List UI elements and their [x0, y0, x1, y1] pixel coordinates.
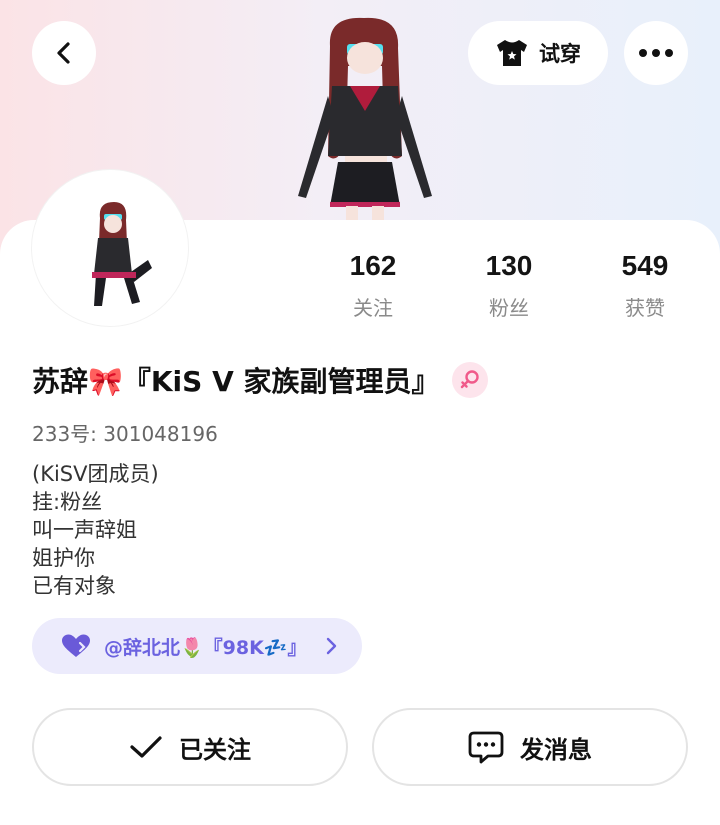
partner-link-chip[interactable]: @辞北北🌷『98K💤』: [32, 618, 362, 674]
stat-following-label: 关注: [353, 296, 393, 320]
bio-line: 已有对象: [32, 574, 116, 598]
stat-followers[interactable]: 130 粉丝: [454, 250, 564, 321]
user-id: 233号: 301048196: [32, 422, 218, 446]
send-message-label: 发消息: [520, 735, 592, 764]
bio: (KiSV团成员) 挂:粉丝 叫一声辞姐 姐护你 已有对象: [32, 460, 159, 600]
back-button[interactable]: [32, 21, 96, 85]
bio-line: (KiSV团成员): [32, 462, 159, 486]
try-on-label: 试穿: [539, 42, 581, 66]
chat-bubble-icon: [468, 731, 504, 764]
more-dots-icon: [639, 49, 673, 57]
shirt-icon: [497, 40, 527, 66]
stat-following-value: 162: [349, 250, 397, 281]
heart-icon: [62, 634, 90, 657]
check-icon: [130, 736, 162, 758]
stat-followers-label: 粉丝: [489, 296, 529, 320]
avatar-3d-figure: [298, 17, 432, 222]
partner-link-text: @辞北北🌷『98K💤』: [104, 636, 307, 659]
bio-line: 挂:粉丝: [32, 490, 103, 514]
followed-label: 已关注: [179, 735, 251, 764]
stat-likes[interactable]: 549 获赞: [590, 250, 700, 321]
more-button[interactable]: [624, 21, 688, 85]
stat-likes-label: 获赞: [625, 296, 665, 320]
bio-line: 姐护你: [32, 546, 95, 570]
avatar[interactable]: [32, 170, 188, 326]
followed-button[interactable]: 已关注: [32, 708, 348, 786]
chevron-right-icon: [326, 637, 337, 655]
name-row: 苏辞🎀『KiS V 家族副管理员』: [32, 360, 488, 400]
avatar-figure: [92, 202, 152, 306]
try-on-button[interactable]: 试穿: [468, 21, 608, 85]
profile-name: 苏辞🎀『KiS V 家族副管理员』: [32, 365, 440, 398]
female-icon: [451, 362, 488, 398]
stat-following[interactable]: 162 关注: [318, 250, 428, 321]
stat-likes-value: 549: [621, 250, 669, 281]
chevron-left-icon: [57, 42, 70, 64]
send-message-button[interactable]: 发消息: [372, 708, 688, 786]
stat-followers-value: 130: [485, 250, 533, 281]
bio-line: 叫一声辞姐: [32, 518, 137, 542]
